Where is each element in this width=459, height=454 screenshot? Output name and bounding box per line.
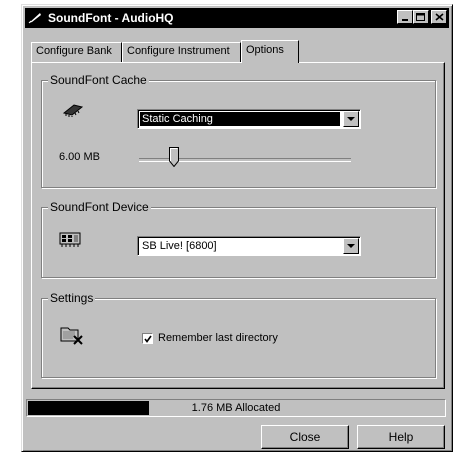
maximize-icon	[416, 12, 425, 21]
quill-app-icon	[28, 11, 44, 25]
allocation-text: 1.76 MB Allocated	[191, 402, 281, 414]
tab-label: Options	[246, 44, 284, 56]
remember-directory-checkbox[interactable]	[142, 333, 153, 344]
cache-size-label: 6.00 MB	[59, 151, 100, 163]
close-window-button[interactable]	[431, 10, 447, 24]
minimize-icon	[402, 19, 408, 21]
tab-label: Configure Instrument	[127, 45, 230, 57]
maximize-button[interactable]	[413, 10, 429, 24]
memory-chip-icon	[62, 103, 84, 120]
folder-settings-icon	[60, 325, 84, 348]
soundfont-device-group: SoundFont Device SB Live! [6800]	[41, 200, 436, 278]
group-label: SoundFont Device	[48, 200, 151, 214]
sound-card-icon	[59, 232, 83, 251]
soundfont-window: SoundFont - AudioHQ Configure Bank Confi…	[21, 4, 453, 452]
close-button[interactable]: Close	[261, 425, 349, 449]
window-title: SoundFont - AudioHQ	[48, 11, 174, 25]
title-bar[interactable]: SoundFont - AudioHQ	[25, 8, 449, 28]
caching-mode-value: Static Caching	[140, 112, 340, 126]
caching-mode-select[interactable]: Static Caching	[137, 109, 361, 129]
remember-directory-label[interactable]: Remember last directory	[158, 332, 278, 344]
tab-configure-bank[interactable]: Configure Bank	[31, 42, 122, 62]
close-button-label: Close	[289, 430, 321, 444]
dropdown-button[interactable]	[343, 111, 359, 127]
dropdown-button[interactable]	[343, 238, 359, 254]
settings-group: Settings Remember last directory	[41, 291, 436, 378]
help-button-label: Help	[388, 430, 414, 444]
group-label: Settings	[48, 291, 96, 305]
allocation-status-bar: 1.76 MB Allocated	[26, 399, 446, 417]
chevron-down-icon	[347, 116, 355, 121]
tab-label: Configure Bank	[36, 45, 112, 57]
checkmark-icon	[143, 335, 152, 343]
soundfont-cache-group: SoundFont Cache Static Caching 6.00 MB	[41, 73, 436, 188]
cache-size-slider-thumb[interactable]	[169, 147, 179, 168]
minimize-button[interactable]	[397, 10, 413, 24]
options-panel: SoundFont Cache Static Caching 6.00 MB S…	[31, 62, 445, 389]
group-label: SoundFont Cache	[48, 73, 149, 87]
help-button[interactable]: Help	[357, 425, 445, 449]
close-icon	[434, 13, 444, 21]
device-select[interactable]: SB Live! [6800]	[137, 236, 361, 256]
tab-options[interactable]: Options	[241, 40, 299, 63]
device-value: SB Live! [6800]	[142, 240, 217, 252]
tab-configure-instrument[interactable]: Configure Instrument	[122, 42, 241, 62]
chevron-down-icon	[347, 243, 355, 248]
